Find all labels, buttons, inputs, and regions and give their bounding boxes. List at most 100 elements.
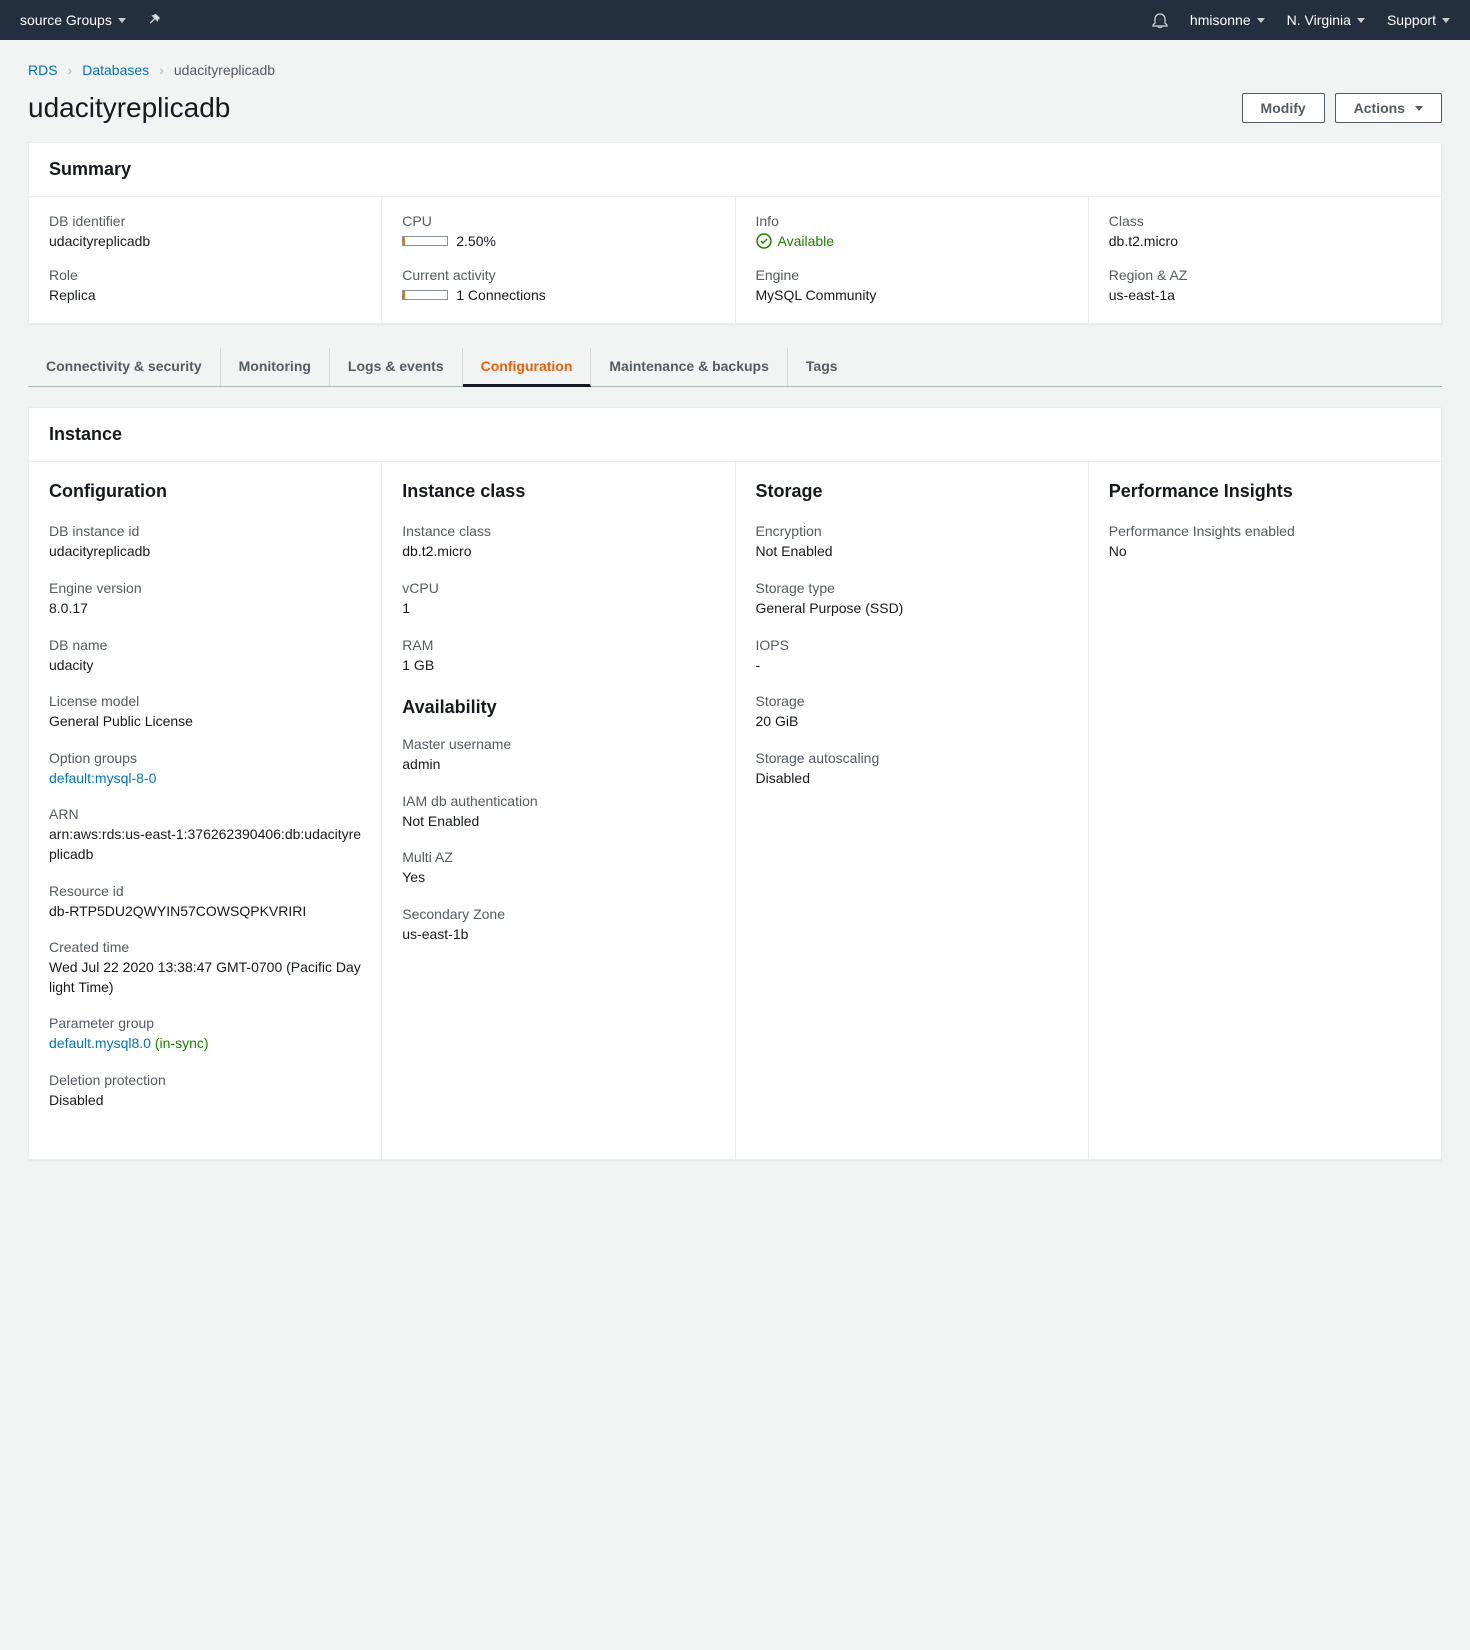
secondary-zone-label: Secondary Zone bbox=[402, 906, 714, 922]
cpu-bar bbox=[402, 236, 448, 246]
parameter-group-label: Parameter group bbox=[49, 1015, 361, 1031]
chevron-down-icon bbox=[1442, 18, 1450, 23]
engine-label: Engine bbox=[756, 267, 1068, 283]
summary-heading: Summary bbox=[29, 143, 1441, 197]
region-az-label: Region & AZ bbox=[1109, 267, 1421, 283]
parameter-group-link[interactable]: default.mysql8.0 bbox=[49, 1035, 151, 1051]
modify-button-label: Modify bbox=[1261, 100, 1306, 116]
master-username-value: admin bbox=[402, 755, 714, 775]
class-label: Class bbox=[1109, 213, 1421, 229]
vcpu-label: vCPU bbox=[402, 580, 714, 596]
storage-autoscaling-label: Storage autoscaling bbox=[756, 750, 1068, 766]
tab-connectivity[interactable]: Connectivity & security bbox=[28, 348, 221, 386]
storage-size-label: Storage bbox=[756, 693, 1068, 709]
iops-label: IOPS bbox=[756, 637, 1068, 653]
iam-auth-label: IAM db authentication bbox=[402, 793, 714, 809]
modify-button[interactable]: Modify bbox=[1242, 93, 1325, 123]
deletion-protection-label: Deletion protection bbox=[49, 1072, 361, 1088]
tab-monitoring[interactable]: Monitoring bbox=[221, 348, 330, 386]
storage-type-label: Storage type bbox=[756, 580, 1068, 596]
license-model-label: License model bbox=[49, 693, 361, 709]
user-label: hmisonne bbox=[1190, 12, 1251, 28]
check-circle-icon bbox=[756, 233, 772, 249]
perf-enabled-value: No bbox=[1109, 542, 1421, 562]
ram-label: RAM bbox=[402, 637, 714, 653]
created-time-value: Wed Jul 22 2020 13:38:47 GMT-0700 (Pacif… bbox=[49, 958, 361, 997]
db-name-label: DB name bbox=[49, 637, 361, 653]
info-label: Info bbox=[756, 213, 1068, 229]
perf-enabled-label: Performance Insights enabled bbox=[1109, 523, 1421, 539]
actions-button[interactable]: Actions bbox=[1335, 93, 1442, 123]
summary-panel: Summary DB identifier udacityreplicadb R… bbox=[28, 142, 1442, 324]
chevron-down-icon bbox=[118, 18, 126, 23]
option-groups-link[interactable]: default:mysql-8-0 bbox=[49, 769, 361, 789]
activity-bar bbox=[402, 290, 448, 300]
instance-heading: Instance bbox=[29, 408, 1441, 462]
chevron-down-icon bbox=[1357, 18, 1365, 23]
configuration-title: Configuration bbox=[49, 480, 361, 503]
multi-az-label: Multi AZ bbox=[402, 849, 714, 865]
resource-groups-label: source Groups bbox=[20, 12, 112, 28]
role-label: Role bbox=[49, 267, 361, 283]
region-menu[interactable]: N. Virginia bbox=[1287, 12, 1365, 28]
deletion-protection-value: Disabled bbox=[49, 1091, 361, 1111]
instance-class-label: Instance class bbox=[402, 523, 714, 539]
iops-value: - bbox=[756, 656, 1068, 676]
tab-tags[interactable]: Tags bbox=[788, 348, 856, 386]
tab-configuration[interactable]: Configuration bbox=[463, 348, 592, 387]
chevron-right-icon: › bbox=[68, 62, 73, 78]
performance-insights-title: Performance Insights bbox=[1109, 480, 1421, 503]
role-value: Replica bbox=[49, 287, 361, 303]
instance-class-title: Instance class bbox=[402, 480, 714, 503]
db-identifier-label: DB identifier bbox=[49, 213, 361, 229]
chevron-down-icon bbox=[1257, 18, 1265, 23]
vcpu-value: 1 bbox=[402, 599, 714, 619]
storage-autoscaling-value: Disabled bbox=[756, 769, 1068, 789]
resource-id-label: Resource id bbox=[49, 883, 361, 899]
cpu-value: 2.50% bbox=[456, 233, 496, 249]
tab-logs[interactable]: Logs & events bbox=[330, 348, 463, 386]
availability-heading: Availability bbox=[402, 697, 714, 718]
option-groups-label: Option groups bbox=[49, 750, 361, 766]
parameter-group-status: (in-sync) bbox=[155, 1035, 209, 1051]
breadcrumb: RDS › Databases › udacityreplicadb bbox=[28, 52, 1442, 92]
notifications-icon[interactable] bbox=[1152, 12, 1168, 28]
region-label: N. Virginia bbox=[1287, 12, 1351, 28]
tab-maintenance[interactable]: Maintenance & backups bbox=[591, 348, 788, 386]
multi-az-value: Yes bbox=[402, 868, 714, 888]
secondary-zone-value: us-east-1b bbox=[402, 925, 714, 945]
tabs: Connectivity & security Monitoring Logs … bbox=[28, 348, 1442, 387]
class-value: db.t2.micro bbox=[1109, 233, 1421, 249]
arn-label: ARN bbox=[49, 806, 361, 822]
engine-version-label: Engine version bbox=[49, 580, 361, 596]
db-name-value: udacity bbox=[49, 656, 361, 676]
pin-icon[interactable] bbox=[148, 13, 162, 27]
engine-value: MySQL Community bbox=[756, 287, 1068, 303]
created-time-label: Created time bbox=[49, 939, 361, 955]
master-username-label: Master username bbox=[402, 736, 714, 752]
storage-type-value: General Purpose (SSD) bbox=[756, 599, 1068, 619]
arn-value: arn:aws:rds:us-east-1:376262390406:db:ud… bbox=[49, 825, 361, 864]
activity-label: Current activity bbox=[402, 267, 714, 283]
instance-class-value: db.t2.micro bbox=[402, 542, 714, 562]
user-menu[interactable]: hmisonne bbox=[1190, 12, 1265, 28]
actions-button-label: Actions bbox=[1354, 100, 1405, 116]
storage-size-value: 20 GiB bbox=[756, 712, 1068, 732]
support-menu[interactable]: Support bbox=[1387, 12, 1450, 28]
region-az-value: us-east-1a bbox=[1109, 287, 1421, 303]
ram-value: 1 GB bbox=[402, 656, 714, 676]
info-status: Available bbox=[778, 233, 835, 249]
iam-auth-value: Not Enabled bbox=[402, 812, 714, 832]
page-title: udacityreplicadb bbox=[28, 92, 230, 124]
resource-groups-menu[interactable]: source Groups bbox=[20, 12, 126, 28]
breadcrumb-current: udacityreplicadb bbox=[174, 62, 275, 78]
breadcrumb-rds[interactable]: RDS bbox=[28, 62, 58, 78]
resource-id-value: db-RTP5DU2QWYIN57COWSQPKVRIRI bbox=[49, 902, 361, 922]
db-instance-id-label: DB instance id bbox=[49, 523, 361, 539]
chevron-right-icon: › bbox=[159, 62, 164, 78]
top-navigation-bar: source Groups hmisonne N. Virginia Suppo… bbox=[0, 0, 1470, 40]
support-label: Support bbox=[1387, 12, 1436, 28]
engine-version-value: 8.0.17 bbox=[49, 599, 361, 619]
breadcrumb-databases[interactable]: Databases bbox=[82, 62, 149, 78]
instance-panel: Instance Configuration DB instance id uda… bbox=[28, 407, 1442, 1160]
